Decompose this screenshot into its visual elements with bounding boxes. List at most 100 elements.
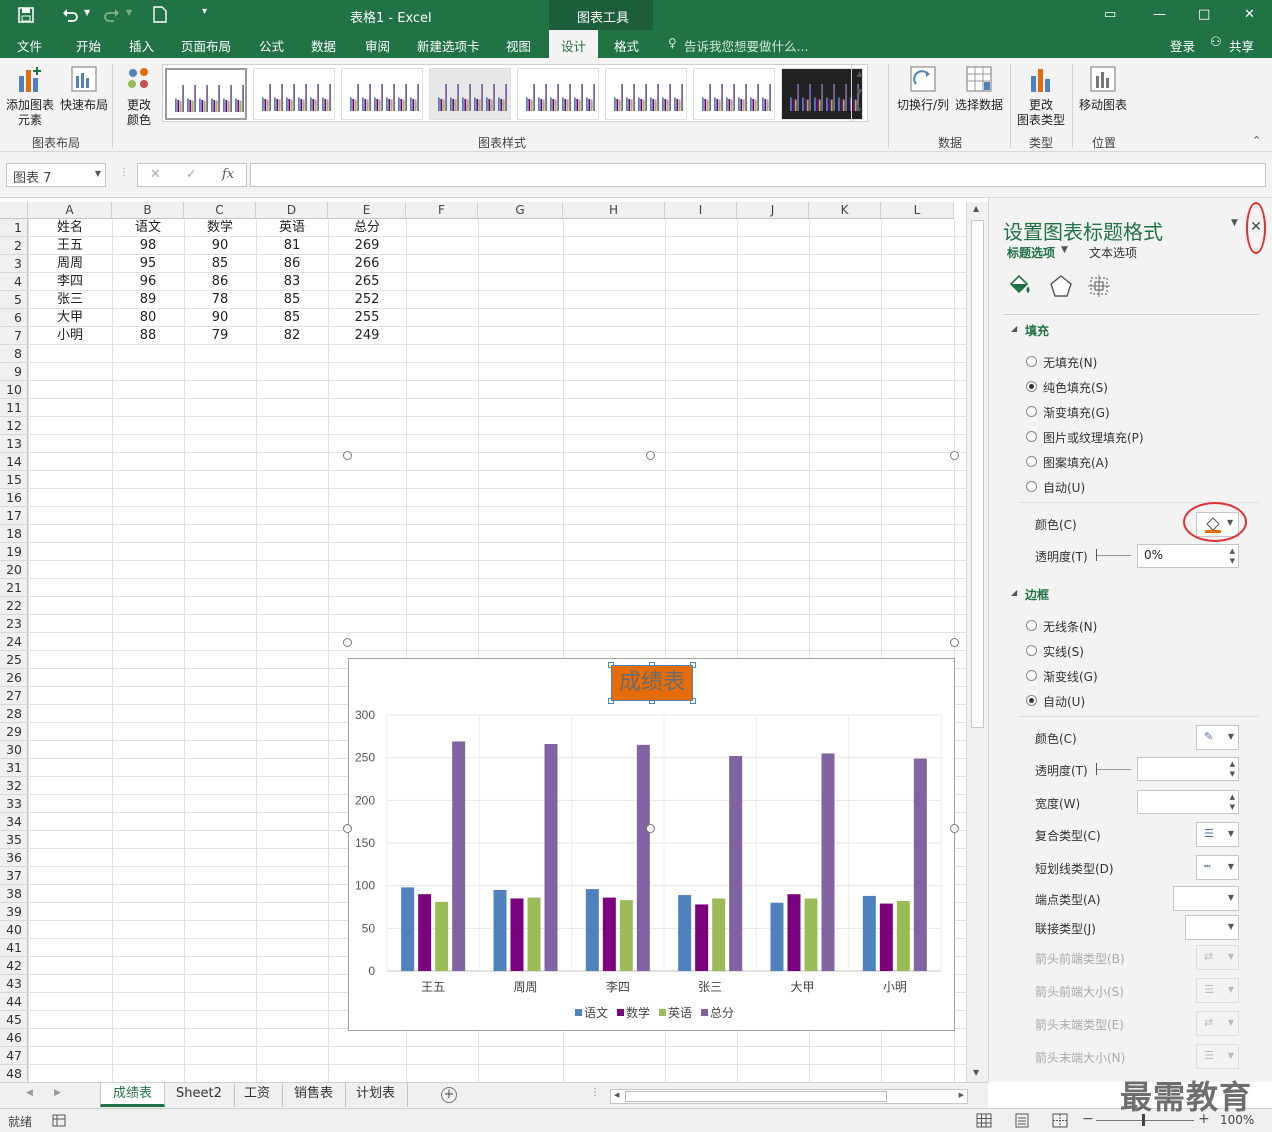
border-option-radio[interactable] xyxy=(1026,645,1037,656)
border-option-label[interactable]: 实线(S) xyxy=(1043,643,1084,660)
tab-format[interactable]: 格式 xyxy=(614,36,639,55)
border-section-header[interactable]: 边框 xyxy=(1025,586,1049,603)
row-header[interactable]: 45 xyxy=(0,1011,28,1029)
border-transparency-slider[interactable] xyxy=(1097,769,1131,770)
fill-transparency-slider[interactable] xyxy=(1097,555,1131,556)
sheet-tab[interactable]: 成绩表 xyxy=(100,1083,166,1107)
column-header-a[interactable]: A xyxy=(28,202,112,219)
row-header[interactable]: 11 xyxy=(0,399,28,417)
row-header[interactable]: 19 xyxy=(0,543,28,561)
bar-英语[interactable] xyxy=(804,898,818,971)
row-header[interactable]: 13 xyxy=(0,435,28,453)
tab-view[interactable]: 视图 xyxy=(506,36,531,55)
table-cell[interactable]: 96 xyxy=(112,273,184,291)
tab-formulas[interactable]: 公式 xyxy=(259,36,284,55)
legend-label[interactable]: 英语 xyxy=(668,1006,692,1020)
chart-style-thumbnail[interactable] xyxy=(341,68,423,120)
fill-transparency-input[interactable]: 0% ▲ ▼ xyxy=(1137,544,1239,568)
chart-area[interactable]: 0 50 100 150 200 250 300 王五 周周 李四 张三 大甲 小明 语文 数学 英语 总分 成… xyxy=(348,658,955,1031)
fill-option-radio[interactable] xyxy=(1026,406,1037,417)
sheet-tab[interactable]: 计划表 xyxy=(344,1083,409,1107)
table-cell[interactable]: 79 xyxy=(184,327,256,345)
row-header[interactable]: 9 xyxy=(0,363,28,381)
row-header[interactable]: 43 xyxy=(0,975,28,993)
table-cell[interactable]: 83 xyxy=(256,273,328,291)
row-header[interactable]: 15 xyxy=(0,471,28,489)
fill-option-radio[interactable] xyxy=(1026,381,1037,392)
bar-语文[interactable] xyxy=(678,895,692,971)
chart-resize-handle[interactable] xyxy=(646,451,655,460)
table-cell[interactable]: 85 xyxy=(256,309,328,327)
bar-语文[interactable] xyxy=(770,902,784,971)
row-header[interactable]: 12 xyxy=(0,417,28,435)
row-header[interactable]: 24 xyxy=(0,633,28,651)
redo-icon[interactable] xyxy=(104,7,120,23)
row-header[interactable]: 31 xyxy=(0,759,28,777)
bar-总分[interactable] xyxy=(636,744,650,971)
add-chart-element-button[interactable]: 添加图表 元素 xyxy=(4,64,56,128)
border-property-dropdown[interactable]: ☰ ▼ xyxy=(1196,822,1239,847)
border-spin-input[interactable]: ▲ ▼ xyxy=(1137,790,1239,814)
bar-英语[interactable] xyxy=(712,898,726,971)
border-option-radio[interactable] xyxy=(1026,695,1037,706)
column-header-h[interactable]: H xyxy=(563,202,665,219)
table-header-cell[interactable]: 姓名 xyxy=(28,219,112,237)
tab-text-options[interactable]: 文本选项 xyxy=(1089,244,1137,261)
h-scroll-thumb[interactable] xyxy=(625,1091,887,1102)
table-cell[interactable]: 88 xyxy=(112,327,184,345)
scroll-thumb[interactable] xyxy=(971,220,984,728)
column-header-g[interactable]: G xyxy=(478,202,563,219)
select-all-corner[interactable] xyxy=(0,202,28,219)
table-cell[interactable]: 85 xyxy=(256,291,328,309)
column-header-i[interactable]: I xyxy=(665,202,737,219)
bar-英语[interactable] xyxy=(527,897,541,971)
horizontal-scrollbar[interactable]: ◀ ▶ xyxy=(610,1089,968,1104)
spin-arrows-icon[interactable]: ▲ ▼ xyxy=(1230,759,1235,779)
column-header-e[interactable]: E xyxy=(328,202,406,219)
chart-style-thumbnail[interactable] xyxy=(253,68,335,120)
effects-icon[interactable] xyxy=(1049,274,1073,298)
cancel-icon[interactable]: ✕ xyxy=(150,167,161,182)
tab-new[interactable]: 新建选项卡 xyxy=(417,36,480,55)
table-header-cell[interactable]: 数学 xyxy=(184,219,256,237)
row-header[interactable]: 34 xyxy=(0,813,28,831)
table-header-cell[interactable]: 英语 xyxy=(256,219,328,237)
new-sheet-button[interactable]: + xyxy=(441,1087,457,1103)
macro-record-icon[interactable] xyxy=(52,1114,66,1127)
pane-options-dropdown-icon[interactable]: ▼ xyxy=(1231,218,1238,228)
fill-option-radio[interactable] xyxy=(1026,356,1037,367)
spin-arrows-icon[interactable]: ▲ ▼ xyxy=(1230,792,1235,812)
row-header[interactable]: 21 xyxy=(0,579,28,597)
collapse-fill-icon[interactable]: ◢ xyxy=(1011,324,1017,333)
enter-icon[interactable]: ✓ xyxy=(186,167,197,182)
border-option-label[interactable]: 无线条(N) xyxy=(1043,618,1097,635)
move-chart-button[interactable]: 移动图表 xyxy=(1076,64,1130,113)
collapse-ribbon-icon[interactable]: ⌃ xyxy=(1252,134,1261,147)
column-header-b[interactable]: B xyxy=(112,202,184,219)
undo-dropdown-icon[interactable]: ▼ xyxy=(84,8,90,17)
prev-sheet-icon[interactable]: ◀ xyxy=(26,1088,33,1098)
row-header[interactable]: 26 xyxy=(0,669,28,687)
chart-style-thumbnail[interactable] xyxy=(165,68,247,120)
bar-语文[interactable] xyxy=(493,889,507,971)
close-button[interactable]: ✕ xyxy=(1244,7,1255,22)
row-header[interactable]: 2 xyxy=(0,237,28,255)
table-cell[interactable]: 81 xyxy=(256,237,328,255)
switch-row-column-button[interactable]: 切换行/列 xyxy=(893,64,953,113)
chart-resize-handle[interactable] xyxy=(950,824,959,833)
tab-file[interactable]: 文件 xyxy=(17,36,42,55)
tab-page-layout[interactable]: 页面布局 xyxy=(181,36,231,55)
size-properties-icon[interactable] xyxy=(1088,275,1110,297)
zoom-out-button[interactable]: − xyxy=(1082,1111,1094,1127)
row-header[interactable]: 44 xyxy=(0,993,28,1011)
formula-input[interactable] xyxy=(250,163,1266,187)
row-header[interactable]: 5 xyxy=(0,291,28,309)
table-cell[interactable]: 80 xyxy=(112,309,184,327)
border-property-dropdown[interactable]: ▼ xyxy=(1173,886,1239,911)
vertical-scrollbar[interactable]: ▲ ▼ xyxy=(966,202,988,1082)
sheet-tab[interactable]: 工资 xyxy=(232,1083,284,1107)
chart-styles-gallery[interactable]: ▲ ▼ ▾ xyxy=(162,64,868,122)
spin-arrows-icon[interactable]: ▲ ▼ xyxy=(1230,546,1235,566)
fill-option-radio[interactable] xyxy=(1026,431,1037,442)
minimize-button[interactable]: — xyxy=(1153,7,1166,22)
